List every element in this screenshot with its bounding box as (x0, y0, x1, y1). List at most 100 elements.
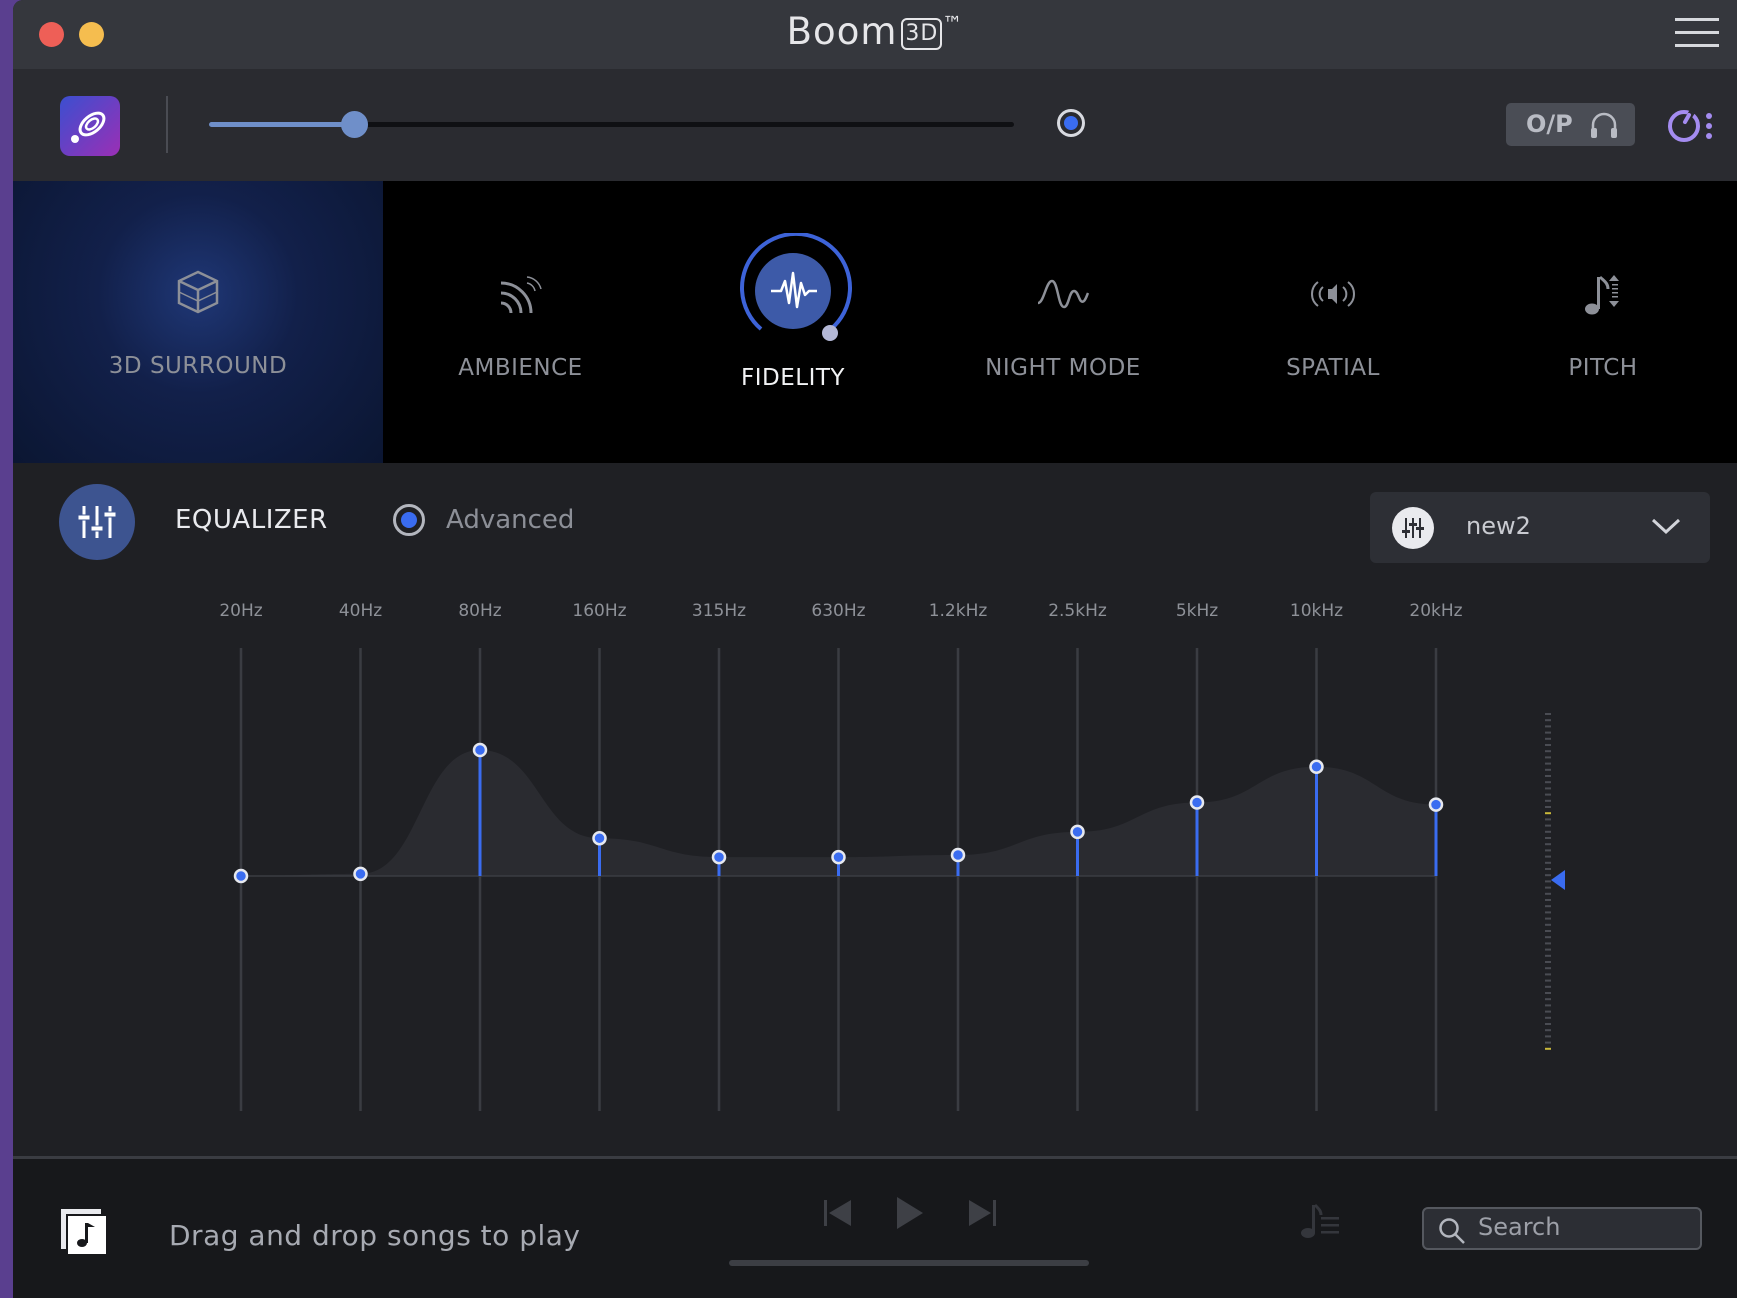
preamp-tick (1545, 948, 1551, 951)
preamp-tick (1545, 750, 1551, 753)
eq-band-knob[interactable] (1428, 797, 1444, 812)
preamp-tick (1545, 837, 1551, 839)
search-placeholder: Search (1478, 1213, 1561, 1241)
drop-songs-text: Drag and drop songs to play (169, 1219, 581, 1252)
effect-spatial[interactable]: SPATIAL (1198, 181, 1468, 463)
playlist-icon[interactable] (1299, 1201, 1341, 1241)
divider (166, 96, 168, 153)
preamp-tick (1545, 973, 1551, 976)
title-bar: Boom 3D ™ (13, 0, 1737, 69)
search-icon (1439, 1218, 1465, 1244)
preamp-tick (1545, 880, 1551, 883)
eq-band-knob[interactable] (353, 866, 368, 882)
preamp-tick (1545, 824, 1551, 827)
eq-band-knob[interactable] (472, 742, 488, 758)
app-title-3d-badge: 3D (901, 18, 943, 50)
effect-pitch[interactable]: PITCH (1468, 181, 1737, 463)
preamp-tick (1545, 818, 1551, 821)
preamp-tick (1545, 849, 1551, 852)
preamp-tick (1545, 861, 1551, 864)
preamp-tick (1545, 806, 1551, 808)
equalizer-panel: EQUALIZER Advanced new2 20Hz 40Hz 80Hz 160H… (13, 463, 1737, 1158)
hamburger-menu-icon[interactable] (1675, 18, 1719, 48)
preamp-tick (1545, 762, 1551, 765)
preamp-tick (1545, 899, 1551, 901)
preamp-tick (1545, 936, 1551, 939)
preamp-tick (1545, 1035, 1551, 1038)
album-art-icon (61, 1209, 107, 1255)
speaker-signal-icon (1311, 281, 1355, 307)
preamp-tick (1545, 992, 1551, 994)
preamp-tick (1545, 1029, 1551, 1032)
eq-band-knob[interactable] (711, 849, 727, 865)
effect-label: NIGHT MODE (985, 355, 1141, 381)
effect-label: FIDELITY (741, 365, 845, 391)
effect-label: SPATIAL (1286, 355, 1380, 381)
playback-progress-bar[interactable] (729, 1260, 1089, 1266)
app-title: Boom 3D ™ (13, 10, 1737, 53)
trademark-symbol: ™ (942, 11, 964, 36)
eq-band-knob[interactable] (1189, 795, 1205, 810)
preamp-tick (1545, 985, 1551, 988)
effect-label: AMBIENCE (458, 355, 583, 381)
preamp-tick (1545, 923, 1551, 926)
volume-bar: O/P (13, 69, 1737, 181)
preamp-tick (1545, 787, 1551, 790)
search-field[interactable]: Search (1422, 1207, 1702, 1250)
volume-boost-toggle[interactable] (1057, 109, 1085, 137)
preamp-tick (1545, 905, 1551, 908)
next-track-icon[interactable] (965, 1196, 999, 1230)
preamp-tick (1545, 954, 1551, 957)
preamp-tick (1545, 942, 1551, 945)
player-bar: Drag and drop songs to play Search (13, 1159, 1737, 1298)
preamp-scale[interactable] (1545, 713, 1565, 1050)
previous-track-icon[interactable] (821, 1196, 855, 1230)
preamp-tick (1545, 998, 1551, 1001)
preamp-tick (1545, 799, 1551, 802)
eq-band-knob[interactable] (592, 830, 607, 846)
effect-fidelity[interactable]: FIDELITY (658, 181, 928, 463)
eq-band-knob[interactable] (1070, 824, 1085, 840)
boom-logo-icon[interactable] (60, 96, 120, 156)
volume-slider-knob[interactable] (340, 111, 368, 138)
output-label: O/P (1526, 110, 1573, 138)
preamp-pointer[interactable] (1551, 870, 1565, 890)
preamp-tick (1545, 793, 1551, 796)
eq-band-knob[interactable] (1309, 759, 1324, 775)
eq-band-knob[interactable] (233, 868, 249, 884)
effect-night-mode[interactable]: NIGHT MODE (928, 181, 1198, 463)
effect-label: PITCH (1568, 355, 1638, 381)
preamp-tick (1545, 775, 1551, 777)
preamp-tick (1545, 781, 1551, 784)
effects-panel: 3D SURROUND AMBIENCE FIDELITY NIGHT MODE… (13, 181, 1737, 463)
effect-ambience[interactable]: AMBIENCE (383, 181, 658, 463)
preamp-tick (1545, 744, 1551, 746)
eq-band-knob[interactable] (831, 849, 846, 865)
power-settings-icon[interactable] (1667, 106, 1717, 146)
preamp-tick (1545, 830, 1551, 833)
equalizer-graph[interactable] (13, 463, 1737, 1158)
preamp-tick (1545, 967, 1551, 970)
preamp-tick (1545, 719, 1551, 722)
preamp-tick (1545, 1047, 1551, 1050)
preamp-tick (1545, 756, 1551, 759)
preamp-tick (1545, 725, 1551, 728)
preamp-tick (1545, 892, 1551, 895)
wave-icon (1037, 279, 1090, 309)
headphones-icon (1591, 112, 1617, 138)
preamp-tick (1545, 731, 1551, 734)
music-note-pitch-icon (1585, 275, 1619, 315)
preamp-tick (1545, 843, 1551, 846)
effect-3d-surround[interactable]: 3D SURROUND (13, 181, 383, 463)
app-title-text: Boom (786, 10, 898, 53)
volume-slider-fill (209, 122, 354, 127)
preamp-tick (1545, 1016, 1551, 1019)
output-device-button[interactable]: O/P (1506, 103, 1635, 146)
preamp-tick (1545, 737, 1551, 740)
eq-band-knob[interactable] (950, 847, 966, 863)
preamp-tick (1545, 917, 1551, 920)
preamp-tick (1545, 812, 1551, 815)
effect-label: 3D SURROUND (108, 353, 288, 379)
play-icon[interactable] (891, 1194, 927, 1232)
preamp-tick (1545, 1041, 1551, 1044)
